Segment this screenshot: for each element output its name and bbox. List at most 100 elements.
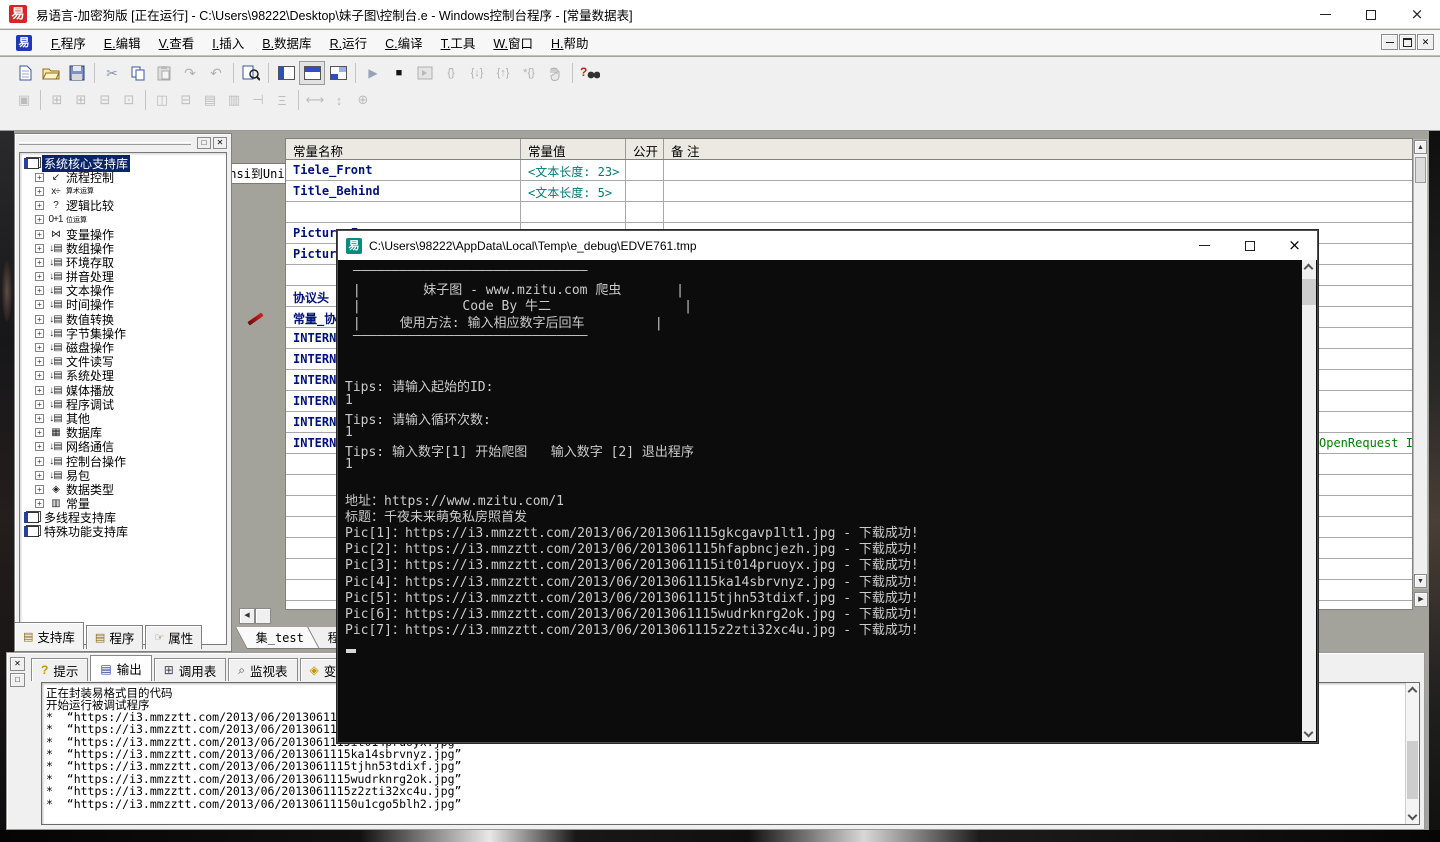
cell-constant-name[interactable] [286,202,521,222]
mdi-restore-button[interactable] [1399,34,1416,50]
panel-tab[interactable]: ☞ 属性 [145,625,202,649]
col-header-value[interactable]: 常量值 [521,139,626,159]
cell-constant-value[interactable]: <文本长度: 23> [521,160,626,180]
menu-item[interactable]: I.插入 [203,30,253,55]
console-output[interactable]: —————————————————————————————— | 妹子图 - w… [339,260,1302,741]
table-row[interactable] [286,202,1412,223]
panel-tab[interactable]: ▤ 程序 [86,625,143,649]
scroll-up-icon[interactable] [1304,264,1314,274]
tree-node[interactable]: + ↓▤ 时间操作 [24,298,226,312]
pause-hand-icon[interactable] [542,61,568,85]
console-maximize-button[interactable] [1227,231,1272,260]
expand-plus-icon[interactable]: + [35,471,44,480]
expand-plus-icon[interactable]: + [35,215,44,224]
tree-node[interactable]: + 特殊功能支持库 [24,525,226,539]
tree-node[interactable]: + ↓▤ 系统处理 [24,369,226,383]
menu-item[interactable]: F.程序 [42,30,95,55]
run-icon[interactable]: ▶ [360,61,386,85]
console-vscrollbar[interactable] [1302,260,1316,741]
scroll-up-icon[interactable]: ▲ [1414,140,1427,154]
mdi-close-button[interactable]: ✕ [1417,34,1434,50]
tree-node[interactable]: + ◈ 数据类型 [24,482,226,496]
tree-node[interactable]: + 系统核心支持库 [24,156,226,170]
find-icon[interactable] [238,61,264,85]
menu-item[interactable]: E.编辑 [95,30,150,55]
scroll-down-icon[interactable]: ▼ [1414,574,1427,588]
tree-node[interactable]: + ↓▤ 程序调试 [24,397,226,411]
panel-float-button[interactable]: □ [197,137,211,149]
panel-close-button[interactable]: ✕ [213,137,227,149]
expand-plus-icon[interactable]: + [35,386,44,395]
center-horizontal-icon[interactable]: ◫ [150,89,174,111]
scroll-right-icon[interactable]: ▶ [1414,592,1428,607]
cell-public[interactable] [626,181,664,201]
step-out-icon[interactable]: {↑} [490,61,516,85]
menu-item[interactable]: W.窗口 [484,30,542,55]
space-down-icon[interactable]: Ξ [270,89,294,111]
debug-tab[interactable]: ⌕ 监视表 [228,658,297,681]
cell-public[interactable] [626,160,664,180]
tree-node[interactable]: + ↓▤ 字节集操作 [24,326,226,340]
size-both-icon[interactable]: ⊕ [351,89,375,111]
tree-node[interactable]: + ↓▤ 易包 [24,468,226,482]
layout-top-pane-icon[interactable] [299,61,325,85]
align-bottom-icon[interactable]: ⊡ [117,89,141,111]
menu-item[interactable]: C.编译 [376,30,432,55]
step-over-icon[interactable]: {̂} [438,61,464,85]
mdi-minimize-button[interactable] [1381,34,1398,50]
step-into-icon[interactable]: {↓} [464,61,490,85]
tree-node[interactable]: + ↓▤ 拼音处理 [24,270,226,284]
expand-plus-icon[interactable]: + [35,272,44,281]
expand-plus-icon[interactable]: + [35,201,44,210]
expand-plus-icon[interactable]: + [35,442,44,451]
size-width-icon[interactable]: ⟷ [303,89,327,111]
scroll-thumb[interactable] [1415,157,1426,183]
menu-item[interactable]: H.帮助 [542,30,598,55]
center-vertical-icon[interactable]: ⊟ [174,89,198,111]
open-file-icon[interactable] [38,61,64,85]
layout-split-pane-icon[interactable] [325,61,351,85]
run-to-cursor-icon[interactable]: *{} [516,61,542,85]
expand-plus-icon[interactable]: + [35,286,44,295]
expand-plus-icon[interactable]: + [35,173,44,182]
copy-icon[interactable] [125,61,151,85]
expand-plus-icon[interactable]: + [35,400,44,409]
cut-icon[interactable]: ✂ [99,61,125,85]
scroll-up-icon[interactable] [1408,687,1418,697]
scroll-thumb[interactable] [255,608,271,624]
output-vscrollbar[interactable] [1405,683,1419,824]
debug-tab[interactable]: ? 提示 [31,658,88,681]
tree-node[interactable]: + 0+1 位运算 [24,213,226,227]
expand-plus-icon[interactable]: + [35,343,44,352]
scroll-down-icon[interactable] [1408,811,1418,821]
expand-plus-icon[interactable]: + [35,485,44,494]
expand-plus-icon[interactable]: + [35,300,44,309]
stop-icon[interactable]: ■ [386,61,412,85]
tree-node[interactable]: + ▦ 数据库 [24,426,226,440]
debug-panel-float-button[interactable]: □ [10,673,25,687]
console-minimize-button[interactable] [1182,231,1227,260]
scroll-thumb[interactable] [1302,279,1316,305]
table-row[interactable]: Tiele_Front <文本长度: 23> [286,160,1412,181]
debug-tab[interactable]: ▤ 输出 [90,655,151,681]
align-left-icon[interactable]: ⊞ [45,89,69,111]
tree-node[interactable]: + ↓▤ 其他 [24,411,226,425]
debug-panel-close-button[interactable]: ✕ [10,657,25,671]
cell-public[interactable] [626,202,664,222]
cell-remark[interactable] [664,160,1412,180]
align-top-icon[interactable]: ⊟ [93,89,117,111]
cell-constant-value[interactable]: <文本长度: 5> [521,181,626,201]
expand-plus-icon[interactable]: + [35,499,44,508]
menu-item[interactable]: R.运行 [321,30,377,55]
new-file-icon[interactable] [12,61,38,85]
paste-icon[interactable] [151,61,177,85]
cell-constant-name[interactable]: Title_Behind [286,181,521,201]
scroll-thumb[interactable] [1407,741,1418,799]
undo-icon[interactable]: ↶ [203,61,229,85]
expand-plus-icon[interactable]: + [35,258,44,267]
scroll-left-icon[interactable]: ◀ [239,608,255,624]
layout-left-pane-icon[interactable] [273,61,299,85]
expand-plus-icon[interactable]: + [35,457,44,466]
col-header-remark[interactable]: 备 注 [664,139,1412,159]
expand-plus-icon[interactable]: + [35,357,44,366]
